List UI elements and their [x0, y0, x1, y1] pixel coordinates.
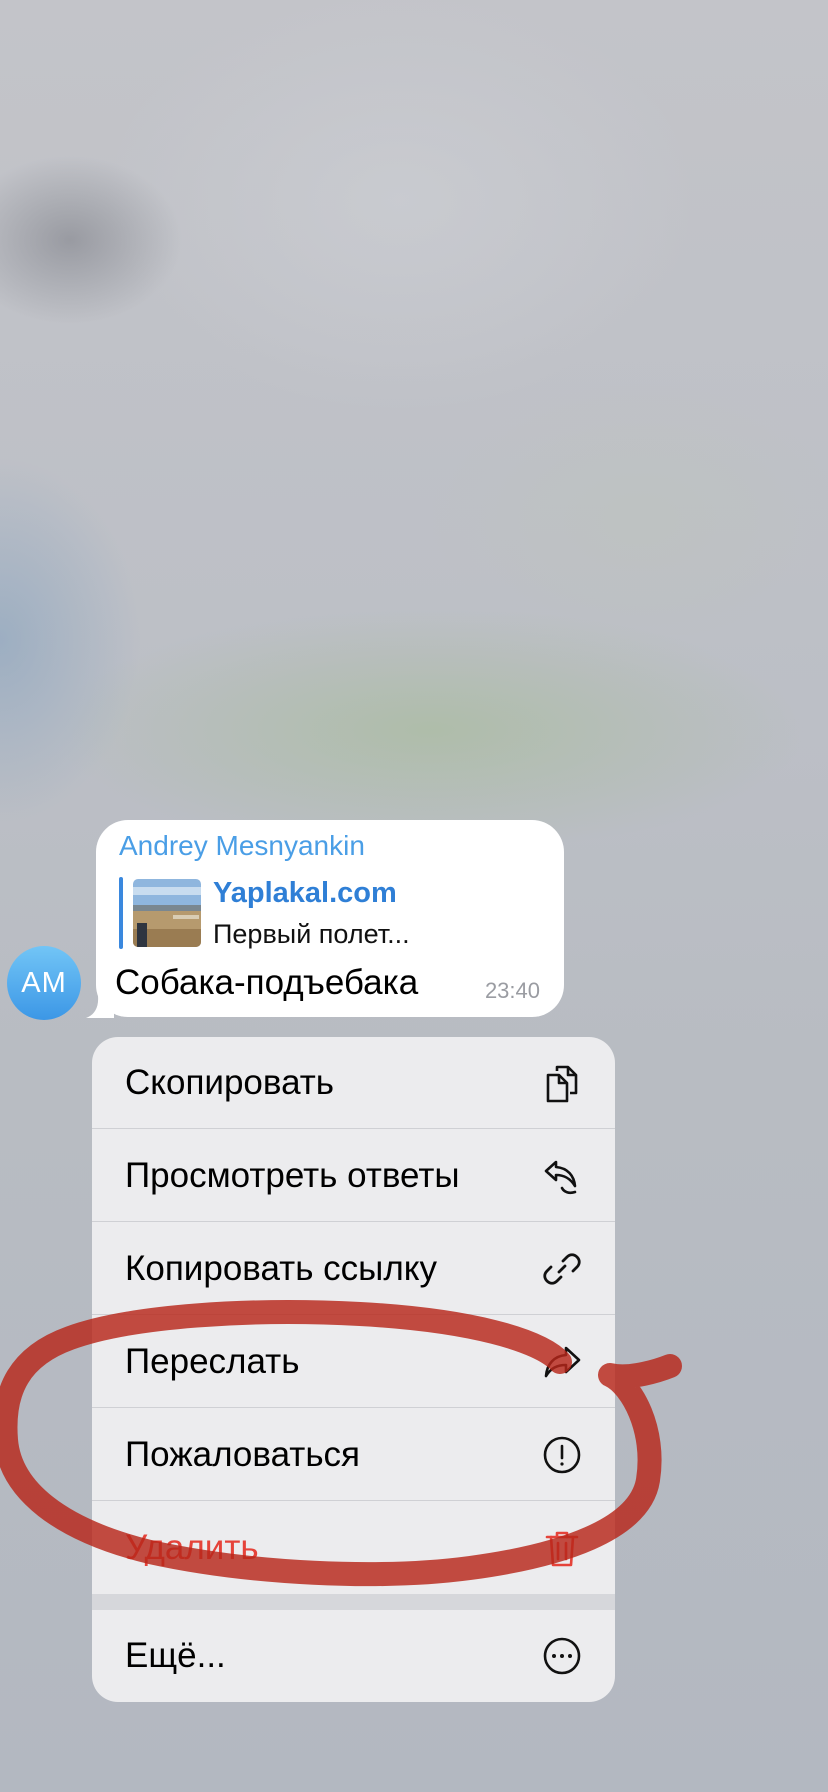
menu-item-label: Просмотреть ответы [125, 1156, 460, 1195]
menu-item-label: Переслать [125, 1342, 300, 1381]
copy-icon [546, 1065, 578, 1103]
message-time: 23:40 [484, 978, 540, 1003]
menu-item-more[interactable]: Ещё... [92, 1610, 615, 1702]
menu-item-copy[interactable]: Скопировать [92, 1037, 615, 1129]
menu-item-label: Ещё... [125, 1636, 226, 1675]
more-icon [543, 1637, 581, 1675]
link-preview[interactable]: Yaplakal.com Первый полет... [119, 877, 539, 949]
menu-item-forward[interactable]: Переслать [92, 1316, 615, 1408]
menu-item-label: Удалить [125, 1528, 259, 1567]
message-text: Собака-подъебака [115, 963, 419, 1002]
report-icon [543, 1436, 581, 1474]
menu-section-divider [92, 1594, 615, 1610]
menu-item-label: Пожаловаться [125, 1435, 361, 1474]
avatar[interactable]: AM [7, 946, 81, 1020]
context-menu: Скопировать Просмотреть ответы Копироват… [92, 1037, 615, 1702]
link-icon [543, 1253, 581, 1285]
menu-item-report[interactable]: Пожаловаться [92, 1409, 615, 1501]
preview-accent-bar [119, 877, 123, 949]
preview-text: Первый полет... [213, 919, 410, 949]
menu-item-copy-link[interactable]: Копировать ссылку [92, 1223, 615, 1315]
preview-thumbnail [133, 879, 201, 947]
menu-item-view-replies[interactable]: Просмотреть ответы [92, 1130, 615, 1222]
sender-name[interactable]: Andrey Mesnyankin [119, 830, 365, 862]
replies-icon [544, 1160, 577, 1195]
menu-item-label: Скопировать [125, 1063, 335, 1102]
menu-item-label: Копировать ссылку [125, 1249, 437, 1288]
message-bubble[interactable]: Andrey Mesnyankin Yaplakal.com Первый по… [96, 820, 564, 1017]
avatar-initials: AM [21, 966, 67, 999]
preview-title: Yaplakal.com [213, 877, 397, 909]
screen: AM Andrey Mesnyankin Yaplakal.com Первый… [0, 0, 828, 1792]
menu-item-delete[interactable]: Удалить [92, 1502, 615, 1594]
forward-icon [544, 1346, 581, 1378]
trash-icon [545, 1531, 579, 1567]
